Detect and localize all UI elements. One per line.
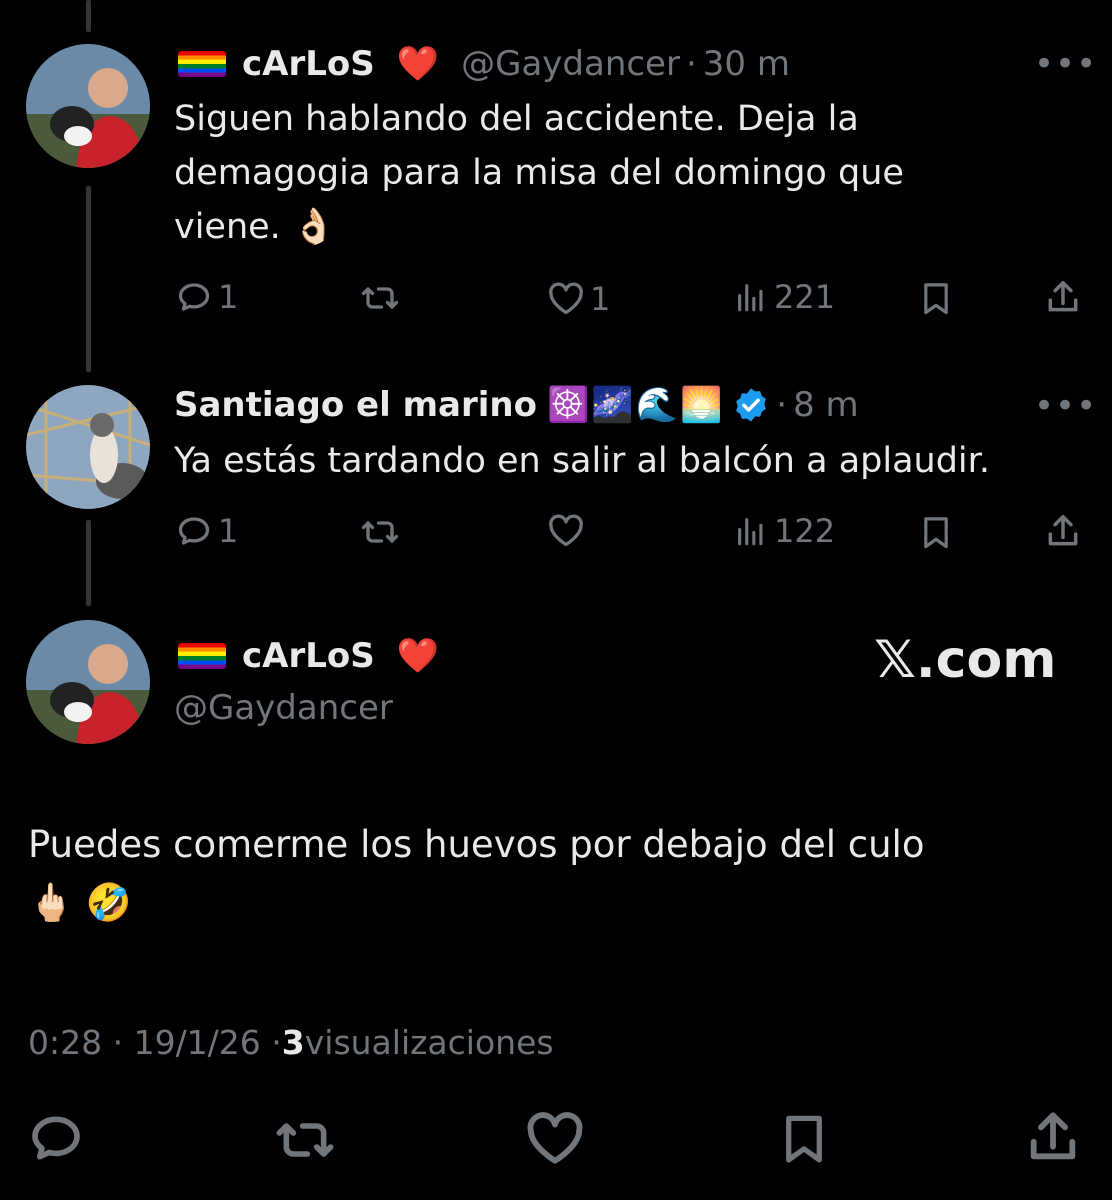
- like-icon: [549, 282, 583, 315]
- tweet-text: Siguen hablando del accidente. Deja la d…: [174, 92, 904, 254]
- retweet-icon: [276, 1123, 334, 1157]
- share-button[interactable]: [1024, 1108, 1082, 1170]
- thread-line-top: [86, 0, 91, 32]
- tweet-text-line: Ya estás tardando en salir al balcón a a…: [174, 441, 990, 481]
- views-button[interactable]: 122: [734, 512, 835, 550]
- timestamp[interactable]: 0:28 · 19/1/26 ·: [28, 1023, 282, 1062]
- display-name[interactable]: cArLoS: [242, 636, 375, 676]
- bookmark-icon: [924, 517, 948, 549]
- rainbow-flag-icon: [178, 643, 226, 669]
- bookmark-button[interactable]: [920, 514, 952, 550]
- reply-count: 1: [218, 278, 239, 316]
- like-icon: [549, 514, 583, 547]
- user-handle[interactable]: @Gaydancer: [461, 44, 680, 84]
- display-name[interactable]: cArLoS: [242, 44, 375, 84]
- thread-line-1: [86, 186, 91, 372]
- more-icon[interactable]: •••: [1034, 386, 1097, 426]
- x-com-watermark: 𝕏.com: [874, 630, 1057, 690]
- views-label: visualizaciones: [304, 1022, 554, 1062]
- red-heart-icon: ❤️: [396, 636, 440, 676]
- views-icon: [738, 518, 763, 546]
- more-icon[interactable]: •••: [1034, 44, 1097, 84]
- tweet-header: Santiago el marino ☸️🌌🌊🌅 · 8 m: [174, 380, 859, 430]
- main-tweet-text: Puedes comerme los huevos por debajo del…: [28, 816, 924, 932]
- avatar[interactable]: [26, 620, 150, 744]
- reply-icon: [178, 283, 210, 311]
- separator-dot: ·: [685, 44, 697, 84]
- retweet-button[interactable]: [360, 514, 400, 550]
- like-button[interactable]: [526, 1112, 584, 1170]
- red-heart-icon: ❤️: [396, 44, 440, 84]
- retweet-button[interactable]: [272, 1112, 338, 1172]
- share-button[interactable]: [1044, 512, 1082, 550]
- thread-line-2: [86, 520, 91, 606]
- bookmark-button[interactable]: [780, 1108, 828, 1172]
- like-count: 1: [590, 280, 611, 318]
- reply-button[interactable]: [28, 1110, 84, 1170]
- tweet-text-line: demagogia para la misa del domingo que: [174, 153, 904, 193]
- share-icon: [1048, 281, 1078, 312]
- tweet-text-line: Siguen hablando del accidente. Deja la: [174, 99, 859, 139]
- views-button[interactable]: 221: [734, 278, 835, 316]
- like-icon: [527, 1112, 583, 1164]
- avatar[interactable]: [26, 44, 150, 168]
- rainbow-flag-icon: [178, 51, 226, 77]
- bookmark-icon: [924, 283, 948, 315]
- share-icon: [1030, 1112, 1076, 1160]
- bookmark-button[interactable]: [920, 280, 952, 316]
- reply-count: 1: [218, 512, 239, 550]
- tweet-time[interactable]: 30 m: [703, 44, 790, 84]
- tweet-header: cArLoS ❤️ @Gaydancer · 30 m: [178, 40, 790, 88]
- share-icon: [1048, 515, 1078, 546]
- separator-dot: ·: [776, 385, 788, 425]
- retweet-icon: [361, 521, 399, 543]
- tweet-meta: 0:28 · 19/1/26 · 3 visualizaciones: [28, 1018, 554, 1066]
- like-button[interactable]: [548, 514, 584, 548]
- tweet-emojis: 🖕🏻 🤣: [28, 881, 132, 924]
- views-icon: [738, 284, 763, 312]
- reply-icon: [178, 517, 210, 545]
- reply-button[interactable]: 1: [176, 278, 238, 316]
- bookmark-icon: [786, 1115, 822, 1163]
- ok-hand-emoji: 👌🏻: [291, 207, 336, 247]
- tweet-time[interactable]: 8 m: [793, 385, 859, 425]
- display-name[interactable]: Santiago el marino: [174, 385, 537, 425]
- tweet-header: cArLoS ❤️: [178, 632, 439, 680]
- verified-icon: [736, 388, 767, 422]
- user-handle[interactable]: @Gaydancer: [174, 686, 393, 730]
- avatar[interactable]: [26, 385, 150, 509]
- share-button[interactable]: [1044, 278, 1082, 316]
- views-count: 221: [774, 278, 836, 316]
- tweet-text-line: Puedes comerme los huevos por debajo del…: [28, 823, 925, 866]
- views-count: 122: [774, 512, 836, 550]
- reply-icon: [32, 1116, 80, 1160]
- views-count: 3: [281, 1022, 305, 1062]
- retweet-button[interactable]: [360, 280, 400, 316]
- retweet-icon: [361, 287, 399, 309]
- reply-button[interactable]: 1: [176, 512, 238, 550]
- tweet-text: Ya estás tardando en salir al balcón a a…: [174, 434, 990, 488]
- like-button[interactable]: 1: [548, 280, 610, 318]
- name-emojis: ☸️🌌🌊🌅: [546, 385, 725, 425]
- tweet-text-line: viene. 👌🏻: [174, 207, 336, 247]
